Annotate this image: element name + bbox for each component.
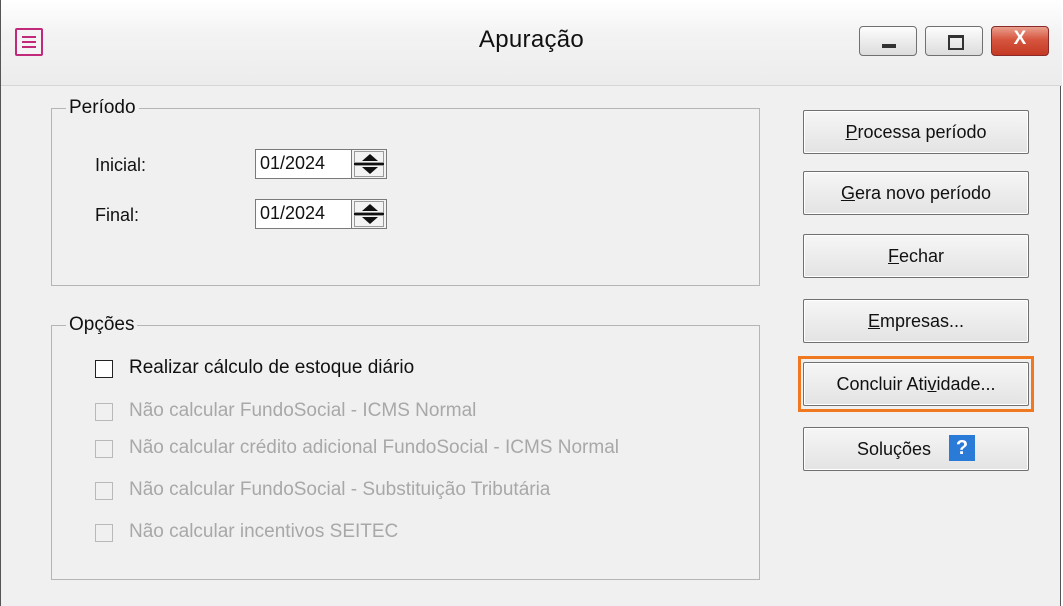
fechar-button[interactable]: Fechar [803,234,1029,278]
spin-down-button[interactable] [354,215,384,227]
checkbox-box[interactable] [95,440,113,458]
solucoes-button[interactable]: Soluções? [803,427,1029,471]
spin-down-button[interactable] [354,165,384,177]
checkbox-label: Não calcular FundoSocial - Substituição … [129,479,551,500]
title-bar[interactable]: Apuração X [1,0,1062,86]
close-icon: X [1013,28,1027,49]
checkbox-box[interactable] [95,482,113,500]
spin-up-button[interactable] [354,151,384,163]
concluir-label-pre: Concluir Ati [836,374,928,394]
arrow-up-icon [362,154,378,161]
final-spinner[interactable]: 01/2024 [255,199,387,229]
empresas-mnemonic: E [867,311,880,331]
processa-label: rocessa período [857,122,987,142]
concluir-atividade-button[interactable]: Concluir Atividade... [803,362,1029,406]
fechar-mnemonic: F [887,246,899,266]
checkbox-label: Não calcular FundoSocial - ICMS Normal [129,400,477,421]
spin-up-button[interactable] [354,201,384,213]
processa-periodo-button[interactable]: Processa período [803,110,1029,154]
checkbox-box[interactable] [95,360,113,378]
gera-mnemonic: G [840,183,855,203]
opcoes-legend: Opções [66,313,138,337]
apuracao-window: Apuração X Período Inicial: 01/2024 Fina… [0,0,1062,606]
maximize-icon [948,35,964,50]
arrow-up-icon [362,204,378,211]
inicial-updown[interactable] [351,149,387,179]
gera-novo-periodo-button[interactable]: Gera novo período [803,171,1029,215]
inicial-spinner[interactable]: 01/2024 [255,149,387,179]
periodo-group: Período [51,96,760,286]
concluir-mnemonic: v [927,374,937,394]
maximize-button[interactable] [925,26,983,56]
inicial-label: Inicial: [95,155,147,175]
final-field[interactable]: 01/2024 [255,199,351,229]
minimize-button[interactable] [859,26,917,56]
fechar-label: echar [898,246,945,266]
checkbox-label: Não calcular incentivos SEITEC [129,521,399,542]
periodo-legend: Período [66,96,139,120]
inicial-field[interactable]: 01/2024 [255,149,351,179]
final-updown[interactable] [351,199,387,229]
checkbox-label: Realizar cálculo de estoque diário [129,357,415,378]
checkbox-box[interactable] [95,524,113,542]
checkbox-label: Não calcular crédito adicional FundoSoci… [129,437,619,458]
processa-mnemonic: P [845,122,858,142]
arrow-down-icon [362,217,378,224]
arrow-down-icon [362,167,378,174]
close-button[interactable]: X [991,26,1049,56]
solucoes-label: Soluções [856,439,932,459]
empresas-button[interactable]: Empresas... [803,299,1029,343]
empresas-label: mpresas... [879,311,965,331]
gera-label: era novo período [854,183,992,203]
concluir-label-post: idade... [936,374,996,394]
help-icon: ? [949,435,976,462]
minimize-icon [882,44,896,48]
checkbox-box[interactable] [95,403,113,421]
final-label: Final: [95,205,140,225]
